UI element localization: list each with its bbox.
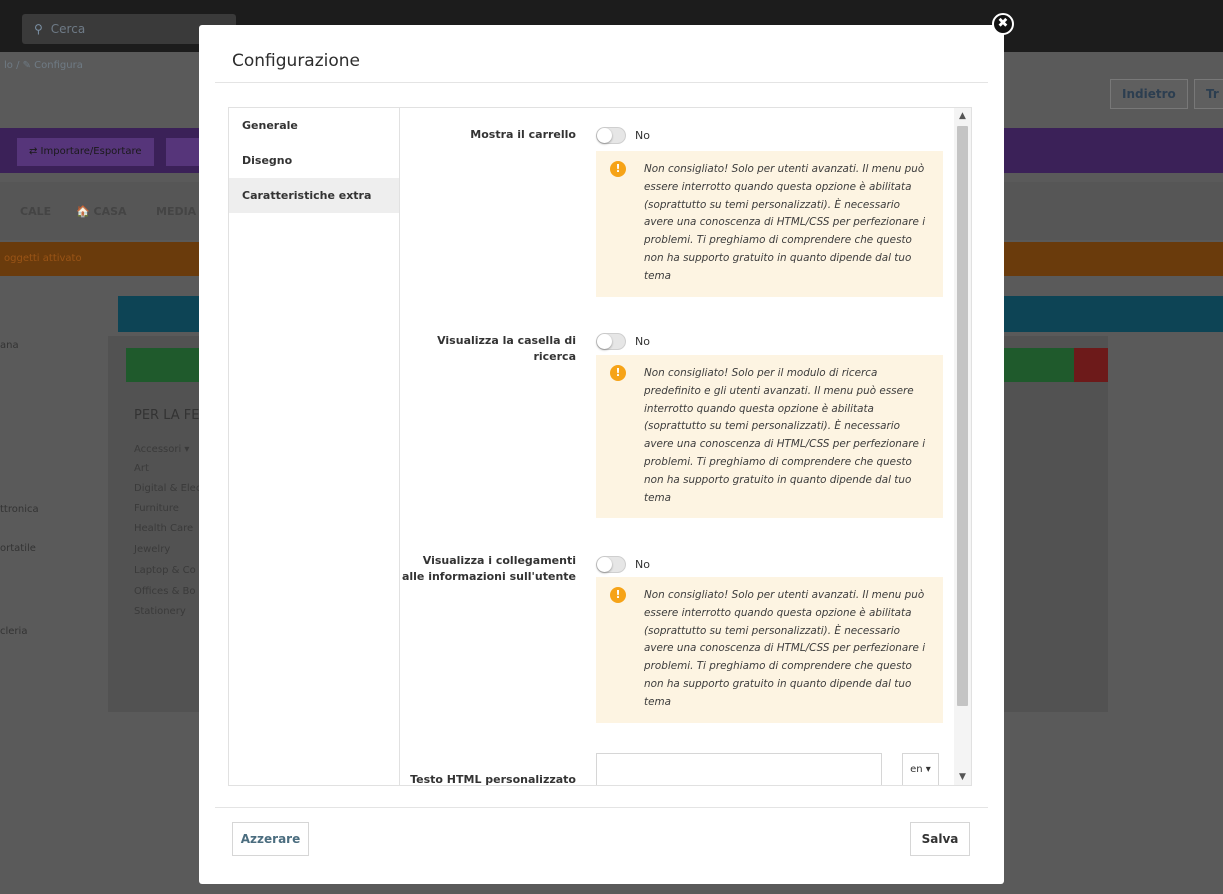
warning-box: ! Non consigliato! Solo per il modulo di…	[596, 355, 943, 518]
tab-disegno[interactable]: Disegno	[229, 143, 399, 178]
show-cart-toggle[interactable]	[596, 127, 626, 144]
right-button: Tr	[1194, 79, 1223, 109]
list-item: Health Care	[134, 523, 194, 534]
notice-text: oggetti attivato	[4, 253, 82, 264]
delete-strip	[1074, 348, 1108, 382]
scroll-up-icon[interactable]: ▲	[954, 108, 971, 124]
warning-icon: !	[610, 587, 626, 603]
left-label: ttronica	[0, 504, 39, 515]
warning-icon: !	[610, 161, 626, 177]
modal-title: Configurazione	[232, 51, 361, 71]
settings-sidebar: Generale Disegno Caratteristiche extra	[229, 108, 400, 785]
settings-panel: Generale Disegno Caratteristiche extra M…	[228, 107, 972, 786]
list-item: Laptop & Co	[134, 565, 196, 576]
close-icon[interactable]: ✖	[992, 13, 1014, 35]
save-button[interactable]: Salva	[910, 822, 970, 856]
setting-label: Visualizza i collegamenti alle informazi…	[401, 554, 576, 583]
warning-text: Non consigliato! Solo per utenti avanzat…	[644, 163, 926, 282]
divider	[215, 82, 988, 83]
tab-caratteristiche-extra[interactable]: Caratteristiche extra	[229, 178, 399, 213]
menu-item: 🏠 CASA	[76, 205, 127, 218]
warning-text: Non consigliato! Solo per il modulo di r…	[644, 367, 926, 504]
toggle-knob	[597, 128, 612, 143]
tab-generale[interactable]: Generale	[229, 108, 399, 143]
setting-label: Visualizza la casella di ricerca	[437, 334, 576, 363]
warning-box: ! Non consigliato! Solo per utenti avanz…	[596, 577, 943, 723]
search-box-toggle[interactable]	[596, 333, 626, 350]
reset-button[interactable]: Azzerare	[232, 822, 309, 856]
left-label: ortatile	[0, 543, 36, 554]
list-item: Jewelry	[134, 544, 171, 555]
list-item: Offices & Bo	[134, 586, 196, 597]
list-item: Stationery	[134, 606, 186, 617]
configuration-modal: Configurazione Generale Disegno Caratter…	[199, 25, 1004, 884]
user-info-toggle[interactable]	[596, 556, 626, 573]
custom-html-input[interactable]	[596, 753, 882, 785]
search-placeholder: Cerca	[50, 22, 86, 36]
language-dropdown[interactable]: en ▾	[902, 753, 939, 785]
list-item: Digital & Elec	[134, 483, 202, 494]
left-label: ana	[0, 340, 19, 351]
toggle-value: No	[635, 129, 650, 142]
list-item: Accessori ▾	[134, 444, 190, 455]
toggle-knob	[597, 557, 612, 572]
breadcrumb: lo / ✎ Configura	[4, 60, 83, 71]
toggle-value: No	[635, 335, 650, 348]
toggle-knob	[597, 334, 612, 349]
import-export-button: ⇄ Importare/Esportare	[17, 138, 154, 166]
warning-icon: !	[610, 365, 626, 381]
left-label: cleria	[0, 626, 28, 637]
warning-box: ! Non consigliato! Solo per utenti avanz…	[596, 151, 943, 297]
list-item: Art	[134, 463, 149, 474]
warning-text: Non consigliato! Solo per utenti avanzat…	[644, 589, 926, 708]
scrollbar[interactable]: ▲ ▼	[954, 108, 971, 785]
setting-label: Mostra il carrello	[470, 128, 576, 141]
menu-item: CALE	[20, 205, 52, 218]
back-button: Indietro	[1110, 79, 1188, 109]
scrollbar-thumb[interactable]	[957, 126, 968, 706]
menu-item: MEDIA	[156, 205, 197, 218]
scroll-down-icon[interactable]: ▼	[954, 769, 971, 785]
setting-label: Testo HTML personalizzato	[410, 773, 576, 785]
search-icon: ⚲	[34, 22, 43, 36]
divider	[215, 807, 988, 808]
toggle-value: No	[635, 558, 650, 571]
list-item: Furniture	[134, 503, 179, 514]
block-heading: PER LA FE	[134, 408, 200, 423]
settings-content: Mostra il carrello No ! Non consigliato!…	[401, 108, 954, 785]
